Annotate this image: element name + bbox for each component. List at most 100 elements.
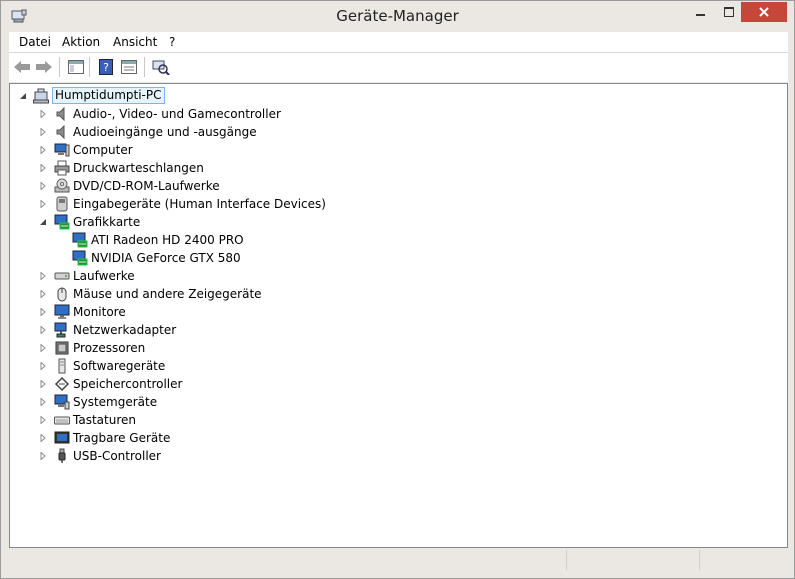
tree-category-row[interactable]: DVD/CD-ROM-Laufwerke <box>10 177 785 195</box>
expand-icon[interactable] <box>38 325 48 335</box>
tree-item-label[interactable]: ATI Radeon HD 2400 PRO <box>91 233 244 247</box>
maximize-icon <box>723 7 734 17</box>
usb-icon <box>54 448 70 464</box>
help-button[interactable]: ? <box>96 58 116 76</box>
device-manager-window: Geräte-Manager Datei Aktion Ansicht ? ? <box>0 0 795 579</box>
tree-device-row[interactable]: NVIDIA GeForce GTX 580 <box>10 249 785 267</box>
toolbar-separator <box>89 57 90 77</box>
window-title: Geräte-Manager <box>336 7 459 25</box>
expand-icon[interactable] <box>38 127 48 137</box>
computer-root-icon <box>33 88 49 104</box>
network-adapter-icon <box>54 322 70 338</box>
tree-item-label[interactable]: Systemgeräte <box>73 395 157 409</box>
tree-item-label[interactable]: DVD/CD-ROM-Laufwerke <box>73 179 220 193</box>
tree-item-label[interactable]: Audio-, Video- und Gamecontroller <box>73 107 281 121</box>
tree-category-row[interactable]: Softwaregeräte <box>10 357 785 375</box>
properties-button[interactable] <box>119 58 139 76</box>
tree-category-row[interactable]: Monitore <box>10 303 785 321</box>
tree-root-label[interactable]: Humptidumpti-PC <box>52 87 165 104</box>
speaker-icon <box>54 106 70 122</box>
scan-hardware-button[interactable] <box>151 58 171 76</box>
tree-category-row[interactable]: Grafikkarte <box>10 213 785 231</box>
tree-category-row[interactable]: Computer <box>10 141 785 159</box>
tree-category-row[interactable]: Audioeingänge und -ausgänge <box>10 123 785 141</box>
tree-item-label[interactable]: Speichercontroller <box>73 377 182 391</box>
tree-device-row[interactable]: ATI Radeon HD 2400 PRO <box>10 231 785 249</box>
menu-help[interactable]: ? <box>169 35 175 49</box>
tree-item-label[interactable]: Tastaturen <box>73 413 136 427</box>
expand-icon[interactable] <box>38 271 48 281</box>
tree-item-label[interactable]: Mäuse und andere Zeigegeräte <box>73 287 262 301</box>
back-button[interactable] <box>12 58 32 76</box>
expand-icon[interactable] <box>38 451 48 461</box>
tree-item-label[interactable]: Audioeingänge und -ausgänge <box>73 125 257 139</box>
expand-icon[interactable] <box>38 397 48 407</box>
expand-icon[interactable] <box>38 379 48 389</box>
help-book-icon: ? <box>99 59 113 75</box>
collapse-icon[interactable] <box>18 91 28 101</box>
expand-icon[interactable] <box>38 289 48 299</box>
disk-drive-icon <box>54 268 70 284</box>
tree-item-label[interactable]: Computer <box>73 143 133 157</box>
tree-item-label[interactable]: Grafikkarte <box>73 215 140 229</box>
toolbar: ? <box>9 53 788 82</box>
expand-icon[interactable] <box>38 433 48 443</box>
scan-hardware-icon <box>152 60 170 75</box>
status-pane <box>566 550 698 570</box>
tree-category-row[interactable]: Speichercontroller <box>10 375 785 393</box>
display-adapter-icon <box>72 232 88 248</box>
tree-item-label[interactable]: Prozessoren <box>73 341 145 355</box>
tree-category-row[interactable]: Audio-, Video- und Gamecontroller <box>10 105 785 123</box>
tree-item-label[interactable]: Monitore <box>73 305 126 319</box>
svg-text:?: ? <box>103 61 109 74</box>
tree-category-row[interactable]: Netzwerkadapter <box>10 321 785 339</box>
expand-icon[interactable] <box>38 145 48 155</box>
close-button[interactable] <box>741 2 787 22</box>
tree-category-row[interactable]: Laufwerke <box>10 267 785 285</box>
tree-item-label[interactable]: Laufwerke <box>73 269 135 283</box>
tree-category-row[interactable]: Tragbare Geräte <box>10 429 785 447</box>
tree-item-label[interactable]: Netzwerkadapter <box>73 323 176 337</box>
expand-icon[interactable] <box>38 361 48 371</box>
speaker-icon <box>54 124 70 140</box>
display-adapter-icon <box>72 250 88 266</box>
expand-icon[interactable] <box>38 181 48 191</box>
tree-category-row[interactable]: Tastaturen <box>10 411 785 429</box>
tree-item-label[interactable]: Druckwarteschlangen <box>73 161 204 175</box>
tree-category-row[interactable]: USB-Controller <box>10 447 785 465</box>
tree-item-label[interactable]: Eingabegeräte (Human Interface Devices) <box>73 197 326 211</box>
forward-button[interactable] <box>34 58 54 76</box>
disc-drive-icon <box>54 178 70 194</box>
expand-icon[interactable] <box>38 109 48 119</box>
tree-category-row[interactable]: Prozessoren <box>10 339 785 357</box>
expand-icon[interactable] <box>38 307 48 317</box>
tree-item-label[interactable]: Tragbare Geräte <box>73 431 170 445</box>
tree-root[interactable]: Humptidumpti-PC <box>16 87 216 105</box>
menu-datei[interactable]: Datei <box>19 35 51 49</box>
tree-category-row[interactable]: Mäuse und andere Zeigegeräte <box>10 285 785 303</box>
tree-category-row[interactable]: Druckwarteschlangen <box>10 159 785 177</box>
tree-item-label[interactable]: NVIDIA GeForce GTX 580 <box>91 251 241 265</box>
title-bar[interactable]: Geräte-Manager <box>1 1 794 32</box>
maximize-button[interactable] <box>715 2 742 22</box>
expand-icon[interactable] <box>38 163 48 173</box>
tree-category-row[interactable]: Systemgeräte <box>10 393 785 411</box>
expand-icon[interactable] <box>38 343 48 353</box>
menu-ansicht[interactable]: Ansicht <box>113 35 157 49</box>
menu-bar: Datei Aktion Ansicht ? <box>9 32 788 53</box>
minimize-button[interactable] <box>687 2 714 22</box>
collapse-icon[interactable] <box>38 217 48 227</box>
tree-item-label[interactable]: Softwaregeräte <box>73 359 165 373</box>
processor-icon <box>54 340 70 356</box>
menu-aktion[interactable]: Aktion <box>62 35 100 49</box>
device-tree[interactable]: Humptidumpti-PC Audio-, Video- und Gamec… <box>9 83 788 548</box>
portable-device-icon <box>54 430 70 446</box>
expand-icon[interactable] <box>38 199 48 209</box>
console-tree-button[interactable] <box>66 58 86 76</box>
expand-icon[interactable] <box>38 415 48 425</box>
console-tree-icon <box>68 60 84 74</box>
tree-category-row[interactable]: Eingabegeräte (Human Interface Devices) <box>10 195 785 213</box>
display-adapter-icon <box>54 214 70 230</box>
tree-item-label[interactable]: USB-Controller <box>73 449 161 463</box>
software-device-icon <box>54 358 70 374</box>
